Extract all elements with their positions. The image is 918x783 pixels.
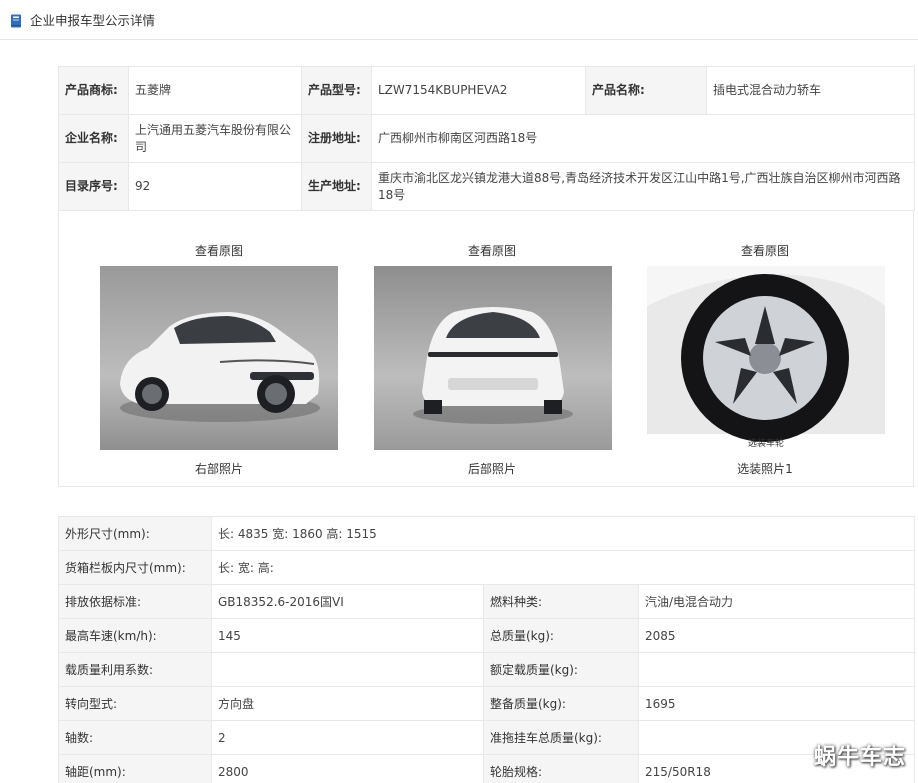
spec-label: 排放依据标准: — [58, 584, 212, 619]
photo-caption: 后部照片 — [467, 462, 516, 476]
info-row: 目录序号: 92 生产地址: 重庆市渝北区龙兴镇龙港大道88号,青岛经济技术开发… — [58, 162, 915, 211]
production-address-label: 生产地址: — [301, 162, 372, 211]
spec-value: 汽油/电混合动力 — [637, 584, 916, 619]
book-icon — [11, 14, 21, 28]
spec-label: 轴数: — [58, 720, 212, 755]
spec-value — [637, 652, 916, 687]
info-row: 产品商标: 五菱牌 产品型号: LZW7154KBUPHEVA2 产品名称: 插… — [58, 66, 915, 115]
photo-gallery: 查看原图 右部照片 查看原图 后部照片 查看原图 选装车轮 选装照片1 — [58, 211, 914, 487]
spec-row: 轴数: 2 准拖挂车总质量(kg): — [58, 720, 916, 755]
spec-value: 2085 — [637, 618, 916, 653]
spec-value: GB18352.6-2016国VI — [211, 584, 484, 619]
spec-row: 轴距(mm): 2800 轮胎规格: 215/50R18 — [58, 754, 916, 783]
registered-address-value: 广西柳州市柳南区河西路18号 — [371, 114, 915, 163]
model-label: 产品型号: — [301, 66, 372, 115]
page: 企业申报车型公示详情 产品商标: 五菱牌 产品型号: LZW7154KBUPHE… — [0, 0, 918, 783]
photo-right: 查看原图 右部照片 — [89, 211, 349, 487]
spec-row: 载质量利用系数: 额定载质量(kg): — [58, 652, 916, 687]
photo-caption: 右部照片 — [194, 462, 243, 476]
spec-label: 准拖挂车总质量(kg): — [483, 720, 639, 755]
photo-rear: 查看原图 后部照片 — [362, 211, 622, 487]
product-info-table: 产品商标: 五菱牌 产品型号: LZW7154KBUPHEVA2 产品名称: 插… — [58, 66, 915, 211]
cargo-dimensions-value: 长: 宽: 高: — [210, 550, 916, 585]
spec-value: 1695 — [637, 686, 916, 721]
spec-table: 外形尺寸(mm): 长: 4835 宽: 1860 高: 1515 货箱栏板内尺… — [58, 516, 916, 783]
company-value: 上汽通用五菱汽车股份有限公司 — [128, 114, 302, 163]
spec-label: 最高车速(km/h): — [58, 618, 212, 653]
view-original-link[interactable]: 查看原图 — [635, 242, 895, 259]
model-value: LZW7154KBUPHEVA2 — [371, 66, 586, 115]
info-row: 企业名称: 上汽通用五菱汽车股份有限公司 注册地址: 广西柳州市柳南区河西路18… — [58, 114, 915, 163]
car-right-side-image[interactable] — [100, 266, 338, 450]
spec-label: 轮胎规格: — [483, 754, 639, 783]
company-label: 企业名称: — [58, 114, 129, 163]
catalog-number-value: 92 — [128, 162, 302, 211]
production-address-value: 重庆市渝北区龙兴镇龙港大道88号,青岛经济技术开发区江山中路1号,广西壮族自治区… — [371, 162, 915, 211]
watermark: 蜗牛车志 — [813, 745, 906, 770]
optional-wheel-image[interactable]: 选装车轮 — [647, 266, 885, 450]
spec-label: 转向型式: — [58, 686, 212, 721]
spec-row: 转向型式: 方向盘 整备质量(kg): 1695 — [58, 686, 916, 721]
spec-value: 方向盘 — [211, 686, 484, 721]
spec-row: 排放依据标准: GB18352.6-2016国VI 燃料种类: 汽油/电混合动力 — [58, 584, 916, 619]
spec-label: 总质量(kg): — [483, 618, 639, 653]
car-rear-image[interactable] — [374, 266, 612, 450]
photo-optional-1: 查看原图 选装车轮 选装照片1 — [635, 211, 895, 487]
spec-row: 最高车速(km/h): 145 总质量(kg): 2085 — [58, 618, 916, 653]
dimensions-label: 外形尺寸(mm): — [58, 516, 212, 551]
spec-label: 轴距(mm): — [58, 754, 212, 783]
spec-label: 额定载质量(kg): — [483, 652, 639, 687]
trademark-value: 五菱牌 — [128, 66, 302, 115]
spec-value: 145 — [211, 618, 484, 653]
spec-row: 外形尺寸(mm): 长: 4835 宽: 1860 高: 1515 — [58, 516, 916, 551]
spec-label: 整备质量(kg): — [483, 686, 639, 721]
product-name-label: 产品名称: — [585, 66, 707, 115]
wheel-inner-label: 选装车轮 — [748, 437, 784, 449]
trademark-label: 产品商标: — [58, 66, 129, 115]
page-title: 企业申报车型公示详情 — [30, 13, 156, 28]
dimensions-value: 长: 4835 宽: 1860 高: 1515 — [210, 516, 916, 551]
product-name-value: 插电式混合动力轿车 — [706, 66, 915, 115]
spec-row: 货箱栏板内尺寸(mm): 长: 宽: 高: — [58, 550, 916, 585]
photo-caption: 选装照片1 — [737, 462, 793, 476]
spec-value: 2800 — [211, 754, 484, 783]
view-original-link[interactable]: 查看原图 — [362, 242, 622, 259]
spec-label: 载质量利用系数: — [58, 652, 212, 687]
page-header: 企业申报车型公示详情 — [0, 0, 918, 40]
catalog-number-label: 目录序号: — [58, 162, 129, 211]
spec-value: 2 — [211, 720, 484, 755]
spec-value — [211, 652, 484, 687]
cargo-dimensions-label: 货箱栏板内尺寸(mm): — [58, 550, 212, 585]
view-original-link[interactable]: 查看原图 — [89, 242, 349, 259]
registered-address-label: 注册地址: — [301, 114, 372, 163]
spec-label: 燃料种类: — [483, 584, 639, 619]
